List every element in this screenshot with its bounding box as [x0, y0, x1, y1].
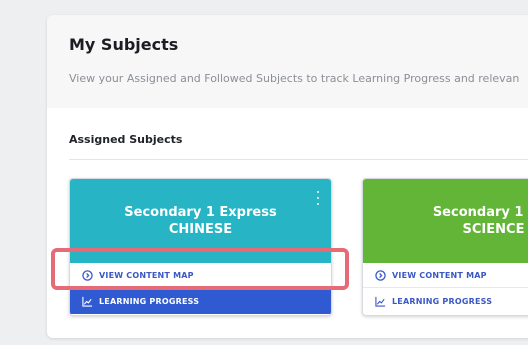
section-title-assigned: Assigned Subjects: [69, 133, 183, 146]
line-chart-icon: [375, 296, 386, 307]
view-content-map-button[interactable]: VIEW CONTENT MAP: [363, 263, 528, 288]
learning-progress-label: LEARNING PROGRESS: [392, 297, 493, 306]
subject-name: SCIENCE: [462, 222, 525, 237]
subject-level: Secondary 1 Express: [124, 205, 277, 220]
subject-name: CHINESE: [168, 222, 233, 237]
section-divider: [69, 159, 528, 160]
page-subtitle: View your Assigned and Followed Subjects…: [69, 72, 520, 85]
learning-progress-label: LEARNING PROGRESS: [99, 297, 200, 306]
learning-progress-button[interactable]: LEARNING PROGRESS: [70, 289, 331, 314]
subject-card-chinese[interactable]: Secondary 1 Express CHINESE VIEW CONTENT…: [69, 178, 332, 316]
view-content-map-label: VIEW CONTENT MAP: [392, 270, 487, 280]
highlight-annotation: [51, 248, 349, 290]
circle-chevron-right-icon: [375, 269, 386, 281]
learning-progress-button[interactable]: LEARNING PROGRESS: [363, 289, 528, 314]
page-title: My Subjects: [69, 35, 179, 54]
subject-level: Secondary 1 Nor: [432, 205, 528, 220]
page-header: My Subjects View your Assigned and Follo…: [47, 15, 528, 108]
subject-banner[interactable]: Secondary 1 Nor SCIENCE: [363, 179, 528, 263]
subject-card-science[interactable]: Secondary 1 Nor SCIENCE VIEW CONTENT MAP…: [362, 178, 528, 316]
line-chart-icon: [82, 296, 93, 307]
kebab-menu-icon[interactable]: [315, 191, 321, 205]
